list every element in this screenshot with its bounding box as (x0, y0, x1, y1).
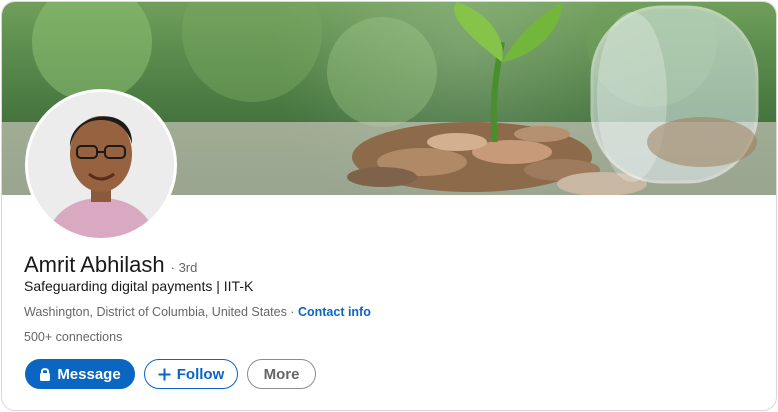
contact-info-link[interactable]: Contact info (298, 305, 371, 319)
profile-avatar[interactable] (28, 92, 174, 238)
profile-name: Amrit Abhilash (24, 252, 165, 277)
location-row: Washington, District of Columbia, United… (24, 305, 371, 319)
message-button-label: Message (57, 365, 121, 383)
follow-button[interactable]: Follow (144, 359, 238, 389)
location-separator: · (286, 305, 298, 319)
connection-degree: · 3rd (170, 260, 198, 275)
more-button-label: More (263, 365, 300, 383)
profile-location: Washington, District of Columbia, United… (24, 305, 287, 319)
profile-avatar-frame[interactable] (25, 89, 177, 241)
profile-headline: Safeguarding digital payments | IIT-K (24, 278, 254, 294)
profile-photo (28, 92, 174, 238)
profile-actions: Message Follow More (25, 359, 316, 389)
plus-icon (158, 368, 171, 381)
name-row: Amrit Abhilash · 3rd (24, 252, 197, 278)
connections-count[interactable]: 500+ connections (24, 330, 122, 344)
more-button[interactable]: More (247, 359, 316, 389)
lock-icon (39, 367, 51, 381)
message-button[interactable]: Message (25, 359, 135, 389)
follow-button-label: Follow (176, 365, 225, 383)
profile-card: Amrit Abhilash · 3rd Safeguarding digita… (1, 1, 777, 411)
